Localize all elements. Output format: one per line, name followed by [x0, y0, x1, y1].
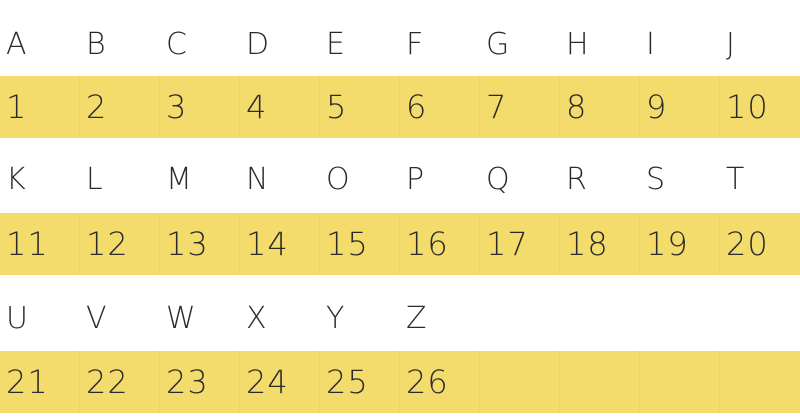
letter-cell: R: [566, 161, 588, 197]
letter-cell: Y: [326, 300, 346, 336]
empty-cell: [560, 351, 640, 413]
number-cell: 25: [320, 351, 400, 413]
number-cell: 11: [0, 213, 80, 275]
letter-cell: J: [726, 26, 736, 62]
number-cell: 26: [400, 351, 480, 413]
number-cell: 2: [80, 76, 160, 138]
letter-cell: S: [646, 161, 667, 197]
number-cell: 13: [160, 213, 240, 275]
number-cell: 3: [160, 76, 240, 138]
letter-row-1: A B C D E F G H I J: [0, 6, 800, 82]
number-cell: 7: [480, 76, 560, 138]
letter-cell: L: [86, 161, 104, 197]
number-cell: 19: [640, 213, 720, 275]
number-cell: 14: [240, 213, 320, 275]
letter-cell: X: [246, 300, 268, 336]
number-cell: 22: [80, 351, 160, 413]
number-cell: 10: [726, 88, 769, 126]
letter-cell: K: [6, 161, 27, 197]
letter-cell: U: [6, 300, 29, 336]
empty-cell: [640, 280, 720, 356]
letter-cell: F: [406, 26, 425, 62]
number-cell: 20: [726, 225, 769, 263]
letter-cell: W: [166, 300, 197, 336]
number-row-1: 1 2 3 4 5 6 7 8 9 10: [0, 76, 800, 138]
empty-cell: [720, 280, 800, 356]
letter-row-3: U V W X Y Z: [0, 280, 800, 356]
letter-cell: H: [566, 26, 590, 62]
number-cell: 4: [240, 76, 320, 138]
letter-cell: E: [326, 26, 346, 62]
number-cell: 15: [320, 213, 400, 275]
number-cell: 1: [0, 76, 80, 138]
letter-cell: Z: [406, 300, 428, 336]
letter-cell: D: [246, 26, 271, 62]
empty-cell: [560, 280, 640, 356]
number-cell: 8: [560, 76, 640, 138]
alphabet-number-table: A B C D E F G H I J 1 2 3 4 5 6 7 8 9 10…: [0, 0, 800, 419]
number-cell: 16: [400, 213, 480, 275]
letter-cell: C: [166, 26, 188, 62]
number-row-3: 21 22 23 24 25 26: [0, 351, 800, 413]
letter-row-2: K L M N O P Q R S T: [0, 141, 800, 217]
letter-cell: G: [486, 26, 511, 62]
letter-cell: N: [246, 161, 270, 197]
letter-cell: B: [86, 26, 107, 62]
empty-cell: [480, 280, 560, 356]
number-cell: 24: [240, 351, 320, 413]
empty-cell: [640, 351, 720, 413]
number-cell: 17: [480, 213, 560, 275]
empty-cell: [720, 351, 800, 413]
letter-cell: I: [646, 26, 656, 62]
number-cell: 9: [640, 76, 720, 138]
number-cell: 21: [0, 351, 80, 413]
empty-cell: [480, 351, 560, 413]
number-cell: 5: [320, 76, 400, 138]
letter-cell: M: [166, 161, 193, 197]
number-cell: 6: [400, 76, 480, 138]
letter-cell: O: [326, 161, 351, 197]
number-row-2: 11 12 13 14 15 16 17 18 19 20: [0, 213, 800, 275]
number-cell: 12: [80, 213, 160, 275]
letter-cell: Q: [486, 161, 511, 197]
number-cell: 23: [160, 351, 240, 413]
number-cell: 18: [560, 213, 640, 275]
letter-cell: A: [6, 26, 28, 62]
letter-cell: V: [86, 300, 108, 336]
letter-cell: T: [726, 161, 746, 197]
letter-cell: P: [406, 161, 426, 197]
